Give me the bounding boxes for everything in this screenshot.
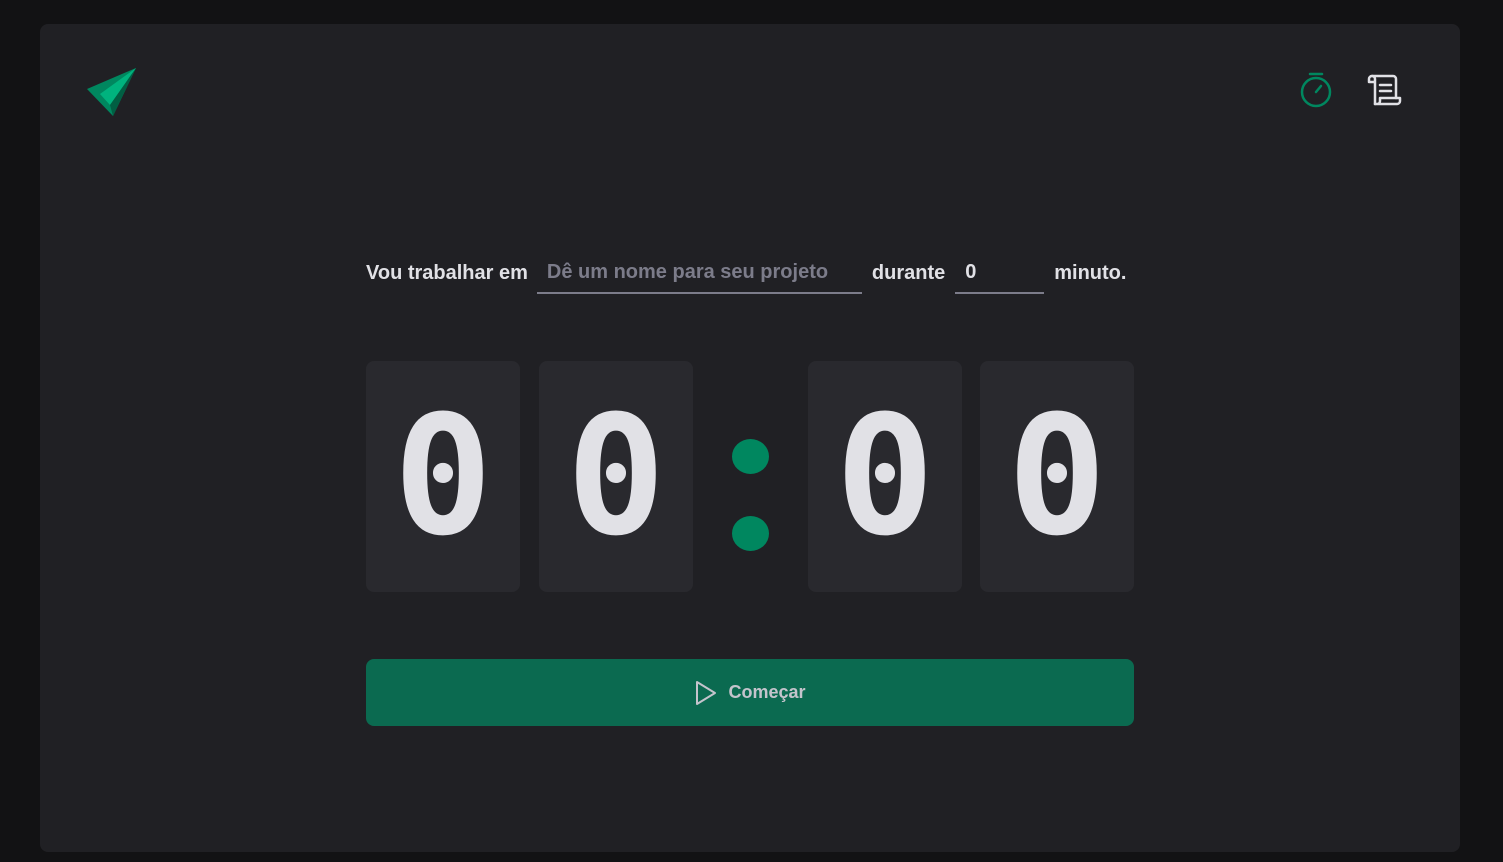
logo: [87, 67, 137, 117]
countdown-minutes-ones: 0: [539, 361, 693, 592]
separator-dot-bottom: [732, 516, 769, 551]
timer-icon: [1300, 72, 1332, 108]
countdown: 0 0 0 0: [366, 361, 1134, 592]
task-label: Vou trabalhar em: [366, 261, 528, 284]
app-container: Vou trabalhar em durante minuto. 0 0 0 0…: [40, 24, 1460, 852]
scroll-icon: [1367, 74, 1402, 106]
countdown-minutes-tens: 0: [366, 361, 520, 592]
countdown-seconds-ones: 0: [980, 361, 1134, 592]
countdown-seconds-tens: 0: [808, 361, 962, 592]
nav-history-link[interactable]: [1366, 70, 1402, 110]
start-button-label: Começar: [728, 682, 806, 702]
start-button[interactable]: Começar: [366, 659, 1134, 726]
separator-dot-top: [732, 439, 769, 474]
duration-label: durante: [871, 261, 946, 284]
task-form: Vou trabalhar em durante minuto.: [366, 250, 1134, 296]
header-nav: [1298, 70, 1402, 110]
task-input[interactable]: [536, 252, 862, 294]
minutes-input[interactable]: [955, 252, 1045, 294]
play-icon: [696, 680, 717, 705]
nav-timer-link[interactable]: [1298, 70, 1334, 110]
countdown-separator: [730, 439, 770, 559]
paper-plane-icon: [87, 68, 136, 116]
minutes-suffix: minuto.: [1054, 261, 1127, 284]
